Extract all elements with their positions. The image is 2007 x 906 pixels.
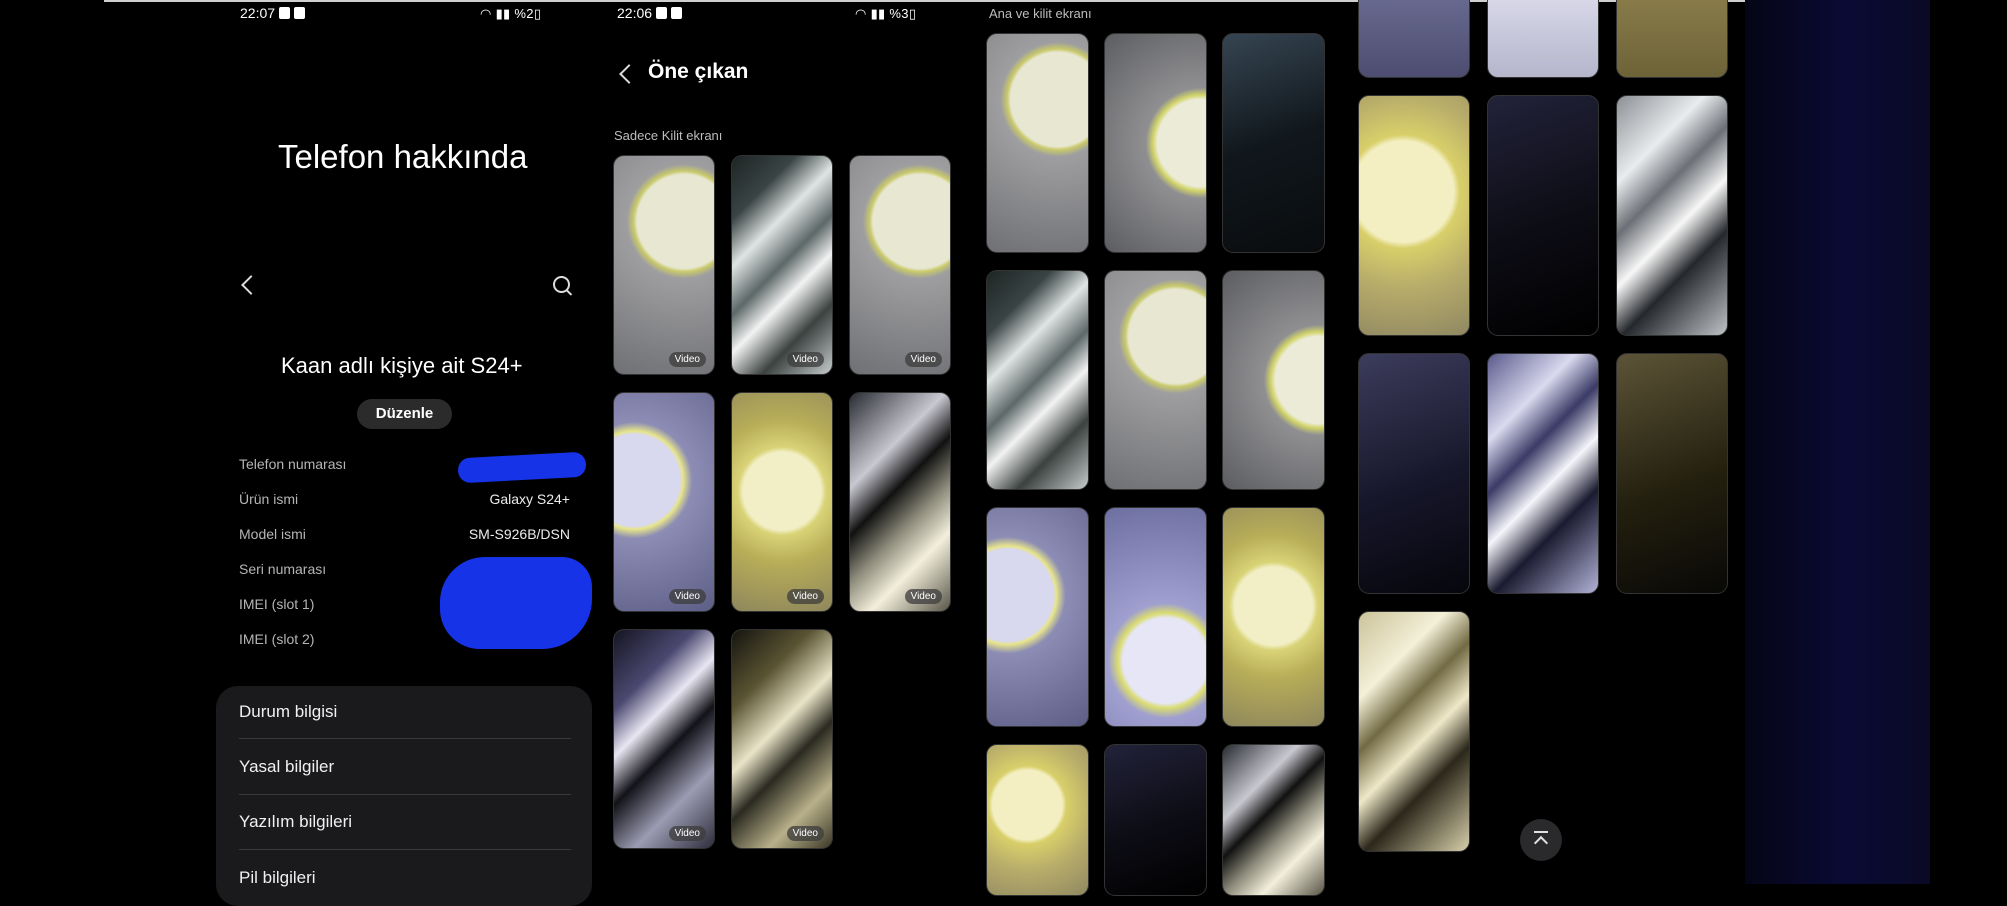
wallpaper-thumb[interactable] xyxy=(1358,0,1470,78)
wallpaper-thumb[interactable] xyxy=(1487,95,1599,336)
video-badge: Video xyxy=(668,352,706,367)
menu-item-legal[interactable]: Yasal bilgiler xyxy=(239,757,334,777)
wallpaper-thumb[interactable]: Video xyxy=(731,155,833,375)
back-icon[interactable] xyxy=(241,275,261,295)
wallpaper-thumb[interactable]: Video xyxy=(731,629,833,849)
wallpaper-thumb[interactable]: Video xyxy=(613,155,715,375)
wallpaper-thumb[interactable] xyxy=(1616,0,1728,78)
signal-icon: ▮▮ xyxy=(870,6,886,21)
video-badge: Video xyxy=(668,826,706,841)
wallpaper-thumb[interactable]: Video xyxy=(731,392,833,612)
info-value-product: Galaxy S24+ xyxy=(489,491,570,507)
wallpaper-thumb[interactable] xyxy=(1222,33,1325,253)
status-bar-right-2: ◠ ▮▮ %3▯ xyxy=(855,6,916,22)
wallpaper-thumb[interactable] xyxy=(1222,744,1325,896)
wallpaper-thumb[interactable] xyxy=(986,33,1089,253)
wallpaper-thumb[interactable] xyxy=(1616,95,1728,336)
wallpaper-thumb[interactable] xyxy=(986,744,1089,896)
status-bar-right: ◠ ▮▮ %2▯ xyxy=(480,6,541,22)
background-gradient xyxy=(1745,0,1930,884)
divider xyxy=(239,849,571,850)
info-label-phone: Telefon numarası xyxy=(239,456,347,472)
battery-percent-2: %3 xyxy=(889,6,909,21)
divider xyxy=(239,738,571,739)
menu-item-status[interactable]: Durum bilgisi xyxy=(239,702,337,722)
wallpaper-thumb[interactable] xyxy=(1104,507,1207,727)
wallpaper-thumb[interactable]: Video xyxy=(849,155,951,375)
device-name: Kaan adlı kişiye ait S24+ xyxy=(281,353,523,378)
video-badge: Video xyxy=(786,589,824,604)
video-badge: Video xyxy=(904,589,942,604)
status-bar-left-2: 22:06 xyxy=(617,5,683,21)
wifi-icon: ◠ xyxy=(855,6,867,21)
wallpaper-thumb[interactable]: Video xyxy=(849,392,951,612)
wallpaper-thumb[interactable] xyxy=(1358,95,1470,336)
section-title-lock: Sadece Kilit ekranı xyxy=(614,128,723,143)
menu-item-battery[interactable]: Pil bilgileri xyxy=(239,868,316,888)
menu-item-software[interactable]: Yazılım bilgileri xyxy=(239,812,352,832)
video-badge: Video xyxy=(668,589,706,604)
wallpaper-thumb[interactable] xyxy=(1487,353,1599,594)
video-badge: Video xyxy=(786,352,824,367)
wallpaper-thumb[interactable] xyxy=(1222,270,1325,490)
image-icon xyxy=(671,7,683,19)
header-title: Öne çıkan xyxy=(648,60,749,83)
wallpaper-thumb[interactable] xyxy=(1104,744,1207,896)
wallpaper-thumb[interactable]: Video xyxy=(613,629,715,849)
status-time: 22:07 xyxy=(240,5,276,21)
video-badge: Video xyxy=(786,826,824,841)
redaction-scribble-large xyxy=(440,557,592,649)
wallpaper-thumb[interactable] xyxy=(986,270,1089,490)
edit-button[interactable]: Düzenle xyxy=(357,399,452,429)
info-label-serial: Seri numarası xyxy=(239,561,327,577)
status-bar-left: 22:07 xyxy=(240,5,306,21)
wifi-icon: ◠ xyxy=(480,6,492,21)
battery-percent: %2 xyxy=(514,6,534,21)
battery-icon: ▯ xyxy=(533,6,542,21)
wallpaper-thumb[interactable]: Video xyxy=(613,392,715,612)
notification-icon xyxy=(656,7,668,19)
section-title-home-lock: Ana ve kilit ekranı xyxy=(989,6,1092,21)
info-label-product: Ürün ismi xyxy=(239,491,299,507)
wallpaper-thumb[interactable] xyxy=(1487,0,1599,78)
wallpaper-thumb[interactable] xyxy=(1104,33,1207,253)
wallpaper-thumb[interactable] xyxy=(1358,353,1470,594)
status-time-2: 22:06 xyxy=(617,5,653,21)
divider xyxy=(239,794,571,795)
search-icon[interactable] xyxy=(553,276,570,293)
back-icon[interactable] xyxy=(619,64,639,84)
redaction-scribble xyxy=(457,451,587,484)
scroll-to-top-button[interactable] xyxy=(1520,819,1562,861)
wallpaper-thumb[interactable] xyxy=(986,507,1089,727)
info-label-model: Model ismi xyxy=(239,526,306,542)
wallpaper-thumb[interactable] xyxy=(1222,507,1325,727)
notification-icon xyxy=(279,7,291,19)
wallpaper-thumb[interactable] xyxy=(1358,611,1470,852)
wallpaper-thumb[interactable] xyxy=(1104,270,1207,490)
signal-icon: ▮▮ xyxy=(495,6,511,21)
wallpaper-thumb[interactable] xyxy=(1616,353,1728,594)
page-title: Telefon hakkında xyxy=(278,138,528,175)
info-label-imei2: IMEI (slot 2) xyxy=(239,631,315,647)
info-value-model: SM-S926B/DSN xyxy=(468,526,570,542)
image-icon xyxy=(294,7,306,19)
battery-icon: ▯ xyxy=(908,6,917,21)
info-label-imei1: IMEI (slot 1) xyxy=(239,596,315,612)
video-badge: Video xyxy=(904,352,942,367)
